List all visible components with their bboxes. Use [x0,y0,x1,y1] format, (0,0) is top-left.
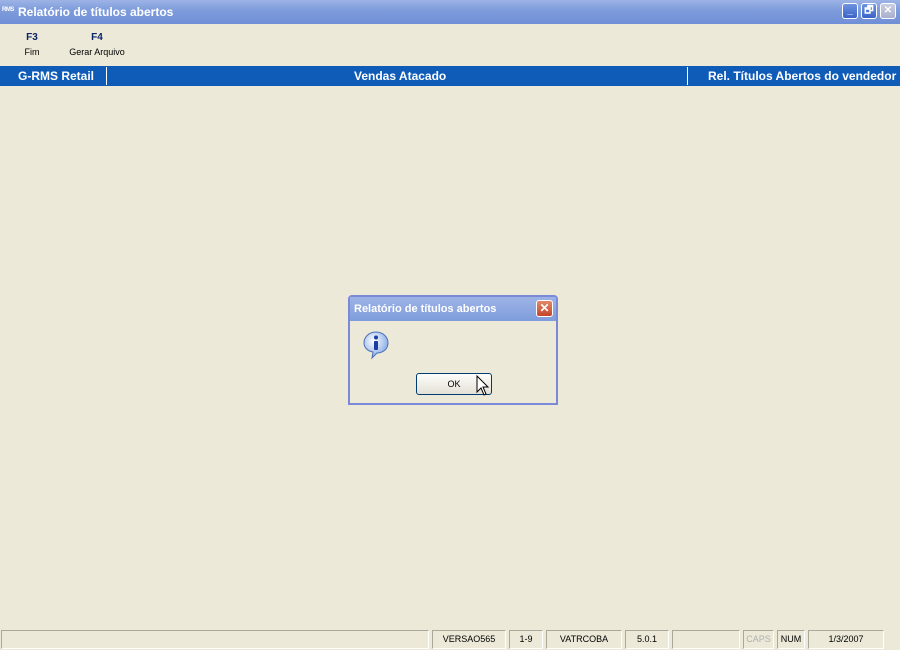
dialog-title-bar[interactable]: Relatório de títulos abertos ✕ [350,297,556,321]
dialog-close-button[interactable]: ✕ [536,300,553,317]
fkey-label: Fim [24,47,40,57]
dialog-title: Relatório de títulos abertos [354,303,497,315]
status-caps: CAPS [743,630,774,649]
status-company: 1-9 [509,630,543,649]
fkey-gerar-arquivo[interactable]: F4 Gerar Arquivo [64,32,130,57]
info-icon [363,331,389,360]
info-dialog: Relatório de títulos abertos ✕ OK [348,295,558,405]
header-divider [687,67,688,85]
module-header: G-RMS Retail Vendas Atacado Rel. Títulos… [0,66,900,86]
header-divider [106,67,107,85]
close-button[interactable]: ✕ [880,3,896,19]
fkey-fim[interactable]: F3 Fim [20,32,44,57]
header-system-name: G-RMS Retail [18,69,95,83]
app-icon: RMS [2,7,14,13]
window-title: Relatório de títulos abertos [18,5,174,19]
status-version: VERSAO565 [432,630,506,649]
minimize-button[interactable]: _ [842,3,858,19]
status-bar: VERSAO565 1-9 VATRCOBA 5.0.1 CAPS NUM 1/… [0,628,900,650]
header-report-name: Rel. Títulos Abertos do vendedor [708,69,897,83]
function-key-toolbar: F3 Fim F4 Gerar Arquivo [0,24,900,66]
status-empty [672,630,740,649]
status-release: 5.0.1 [625,630,669,649]
header-module-name: Vendas Atacado [354,69,447,83]
fkey-code: F4 [91,32,103,43]
fkey-label: Gerar Arquivo [69,47,125,57]
status-date: 1/3/2007 [808,630,884,649]
fkey-code: F3 [26,32,38,43]
window-title-bar[interactable]: RMS Relatório de títulos abertos _ 🗗 ✕ [0,0,900,24]
status-program: VATRCOBA [546,630,622,649]
status-message [1,630,429,649]
restore-button[interactable]: 🗗 [861,3,877,19]
mouse-cursor-icon [476,375,490,396]
status-num: NUM [777,630,805,649]
